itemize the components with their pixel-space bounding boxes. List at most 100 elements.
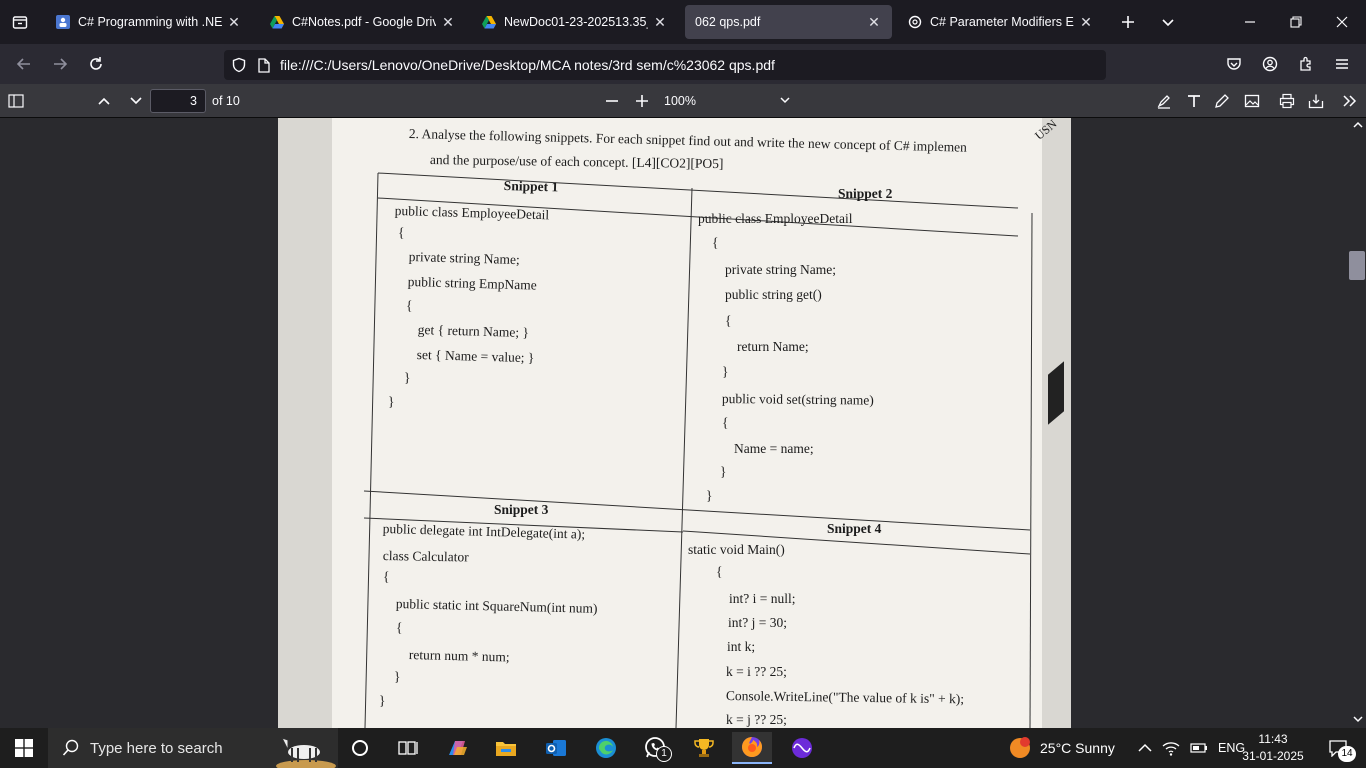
chevron-down-icon xyxy=(780,97,790,104)
snippet1-line: get { return Name; } xyxy=(417,322,530,341)
tab-overflow-chevron-icon[interactable] xyxy=(1152,6,1184,38)
snippet3-title: Snippet 3 xyxy=(494,502,549,517)
windows-start-icon[interactable] xyxy=(4,732,44,764)
zoom-select[interactable]: 100% xyxy=(658,89,798,113)
whatsapp-icon[interactable]: 1 xyxy=(636,732,676,764)
scroll-up-icon[interactable] xyxy=(1353,121,1363,129)
pdf-viewer[interactable]: 2. Analyse the following snippets. For e… xyxy=(0,118,1366,728)
address-bar[interactable]: file:///C:/Users/Lenovo/OneDrive/Desktop… xyxy=(224,50,1106,80)
next-page-icon[interactable] xyxy=(122,87,150,115)
tab-bar: C# Programming with .NET(I) ✕ C#Notes.pd… xyxy=(0,0,1366,44)
url-text[interactable]: file:///C:/Users/Lenovo/OneDrive/Desktop… xyxy=(280,57,775,73)
show-hidden-icons-icon[interactable] xyxy=(1138,743,1152,753)
save-icon[interactable] xyxy=(1302,87,1330,115)
sidebar-toggle-icon[interactable] xyxy=(2,87,30,115)
snippet2-line: private string Name; xyxy=(725,262,836,277)
highlight-icon[interactable] xyxy=(1150,87,1178,115)
reload-icon[interactable] xyxy=(80,48,112,80)
tab-qps-pdf[interactable]: 062 qps.pdf ✕ xyxy=(685,5,892,39)
snippet3-line: class Calculator xyxy=(382,548,469,565)
scrollbar-thumb[interactable] xyxy=(1349,251,1365,280)
close-tab-icon[interactable]: ✕ xyxy=(226,14,242,31)
notifications-icon[interactable]: 14 xyxy=(1318,732,1358,764)
snippet1-title: Snippet 1 xyxy=(503,178,559,195)
tools-chevron-icon[interactable] xyxy=(1336,87,1364,115)
close-tab-icon[interactable]: ✕ xyxy=(1078,14,1094,31)
snippet2-line: { xyxy=(722,415,729,430)
pdf-page: 2. Analyse the following snippets. For e… xyxy=(278,118,1071,728)
zoom-out-icon[interactable] xyxy=(598,87,626,115)
tab-drive-newdoc[interactable]: NewDoc01-23-202513.35_1.pdf ✕ xyxy=(472,5,678,39)
clock[interactable]: 11:43 31-01-2025 xyxy=(1240,731,1306,765)
snippet1-line: private string Name; xyxy=(408,249,520,268)
task-view-icon[interactable] xyxy=(388,732,428,764)
snippet2-line: Name = name; xyxy=(734,441,814,456)
snippet4-line: int? i = null; xyxy=(729,591,796,606)
file-explorer-icon[interactable] xyxy=(486,732,526,764)
page-number-input[interactable]: 3 xyxy=(150,89,206,113)
zoom-in-icon[interactable] xyxy=(628,87,656,115)
copilot-icon[interactable] xyxy=(438,732,478,764)
scrollbar[interactable] xyxy=(1349,118,1366,728)
snippet3-line: return num * num; xyxy=(408,647,510,665)
page-icon[interactable] xyxy=(254,57,274,73)
minimize-icon[interactable] xyxy=(1234,6,1266,38)
meta-app-icon[interactable] xyxy=(782,732,822,764)
list-all-tabs-icon[interactable] xyxy=(4,6,36,38)
snippet1-line: set { Name = value; } xyxy=(416,347,535,366)
extensions-icon[interactable] xyxy=(1290,48,1322,80)
snippet4-line: { xyxy=(716,564,723,579)
trophy-icon[interactable] xyxy=(684,732,724,764)
whatsapp-badge: 1 xyxy=(656,746,672,762)
restore-icon[interactable] xyxy=(1280,6,1312,38)
firefox-icon[interactable] xyxy=(732,732,772,764)
snippet2-line: public void set(string name) xyxy=(721,391,874,408)
close-tab-icon[interactable]: ✕ xyxy=(652,14,668,31)
tab-teams[interactable]: C# Programming with .NET(I) ✕ xyxy=(46,5,252,39)
taskbar-search[interactable]: Type here to search xyxy=(48,728,338,768)
new-tab-icon[interactable] xyxy=(1112,6,1144,38)
snippet1-line: { xyxy=(398,225,405,240)
shield-icon[interactable] xyxy=(224,57,254,73)
weather-widget[interactable]: 25°C Sunny xyxy=(1008,728,1115,768)
system-tray: ENG xyxy=(1138,728,1245,768)
tab-drive-notes[interactable]: C#Notes.pdf - Google Drive ✕ xyxy=(260,5,466,39)
snippet1-line: { xyxy=(406,298,413,313)
page-count-label: of 10 xyxy=(212,94,240,108)
teams-icon xyxy=(56,15,70,29)
account-icon[interactable] xyxy=(1254,48,1286,80)
zoom-value: 100% xyxy=(664,94,696,108)
tab-chatgpt[interactable]: C# Parameter Modifiers Expla ✕ xyxy=(898,5,1104,39)
menu-icon[interactable] xyxy=(1326,48,1358,80)
image-icon[interactable] xyxy=(1238,87,1266,115)
cortana-icon[interactable] xyxy=(340,732,380,764)
close-tab-icon[interactable]: ✕ xyxy=(440,14,456,31)
close-window-icon[interactable] xyxy=(1326,6,1358,38)
chatgpt-icon xyxy=(908,15,922,29)
snippet2-line: } xyxy=(720,464,727,479)
forward-icon[interactable] xyxy=(44,48,76,80)
snippet4-line: k = i ?? 25; xyxy=(726,664,787,679)
scroll-down-icon[interactable] xyxy=(1353,715,1363,723)
battery-icon[interactable] xyxy=(1190,742,1208,754)
tab-title: C# Programming with .NET(I) xyxy=(78,15,222,29)
snippet1-line: } xyxy=(388,394,395,409)
print-icon[interactable] xyxy=(1273,87,1301,115)
snippet3-line: { xyxy=(396,620,403,635)
text-annotation-icon[interactable] xyxy=(1180,87,1208,115)
draw-icon[interactable] xyxy=(1208,87,1236,115)
search-icon xyxy=(62,739,79,756)
close-tab-icon[interactable]: ✕ xyxy=(866,14,882,31)
outlook-icon[interactable] xyxy=(536,732,576,764)
edge-icon[interactable] xyxy=(586,732,626,764)
snippet2-line: public class EmployeeDetail xyxy=(698,211,853,226)
wifi-icon[interactable] xyxy=(1162,740,1180,756)
back-icon[interactable] xyxy=(8,48,40,80)
snippet2-line: } xyxy=(706,488,713,503)
pocket-icon[interactable] xyxy=(1218,48,1250,80)
pdf-toolbar: 3 of 10 100% xyxy=(0,84,1366,118)
tab-title: C#Notes.pdf - Google Drive xyxy=(292,15,436,29)
previous-page-icon[interactable] xyxy=(90,87,118,115)
zebra-illustration-icon xyxy=(276,737,336,768)
tab-title: C# Parameter Modifiers Expla xyxy=(930,15,1074,29)
